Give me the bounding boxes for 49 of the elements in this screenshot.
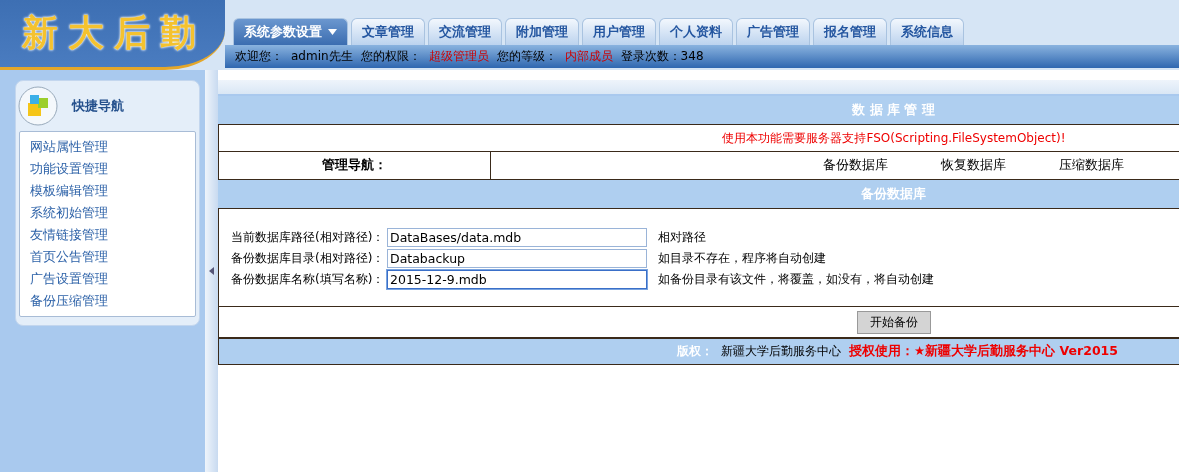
nav-link[interactable]: 备份数据库 — [823, 157, 888, 174]
notice-text: 使用本功能需要服务器支持FSO(Scripting.FileSystemObject)! — [219, 125, 1179, 152]
welcome-text: 内部成员 — [564, 48, 613, 65]
start-backup-button[interactable]: 开始备份 — [857, 310, 931, 334]
logo-text: 新大后勤 — [22, 10, 206, 55]
copyright-label: 版权： — [677, 343, 713, 360]
sidebar-item[interactable]: 功能设置管理 — [20, 158, 195, 180]
field-hint: 相对路径 — [658, 229, 706, 246]
field-hint: 如目录不存在，程序将自动创建 — [658, 250, 826, 267]
welcome-text: admin先生 — [291, 48, 353, 65]
copyright-owner: 新疆大学后勤服务中心 — [721, 343, 841, 360]
sidebar-item[interactable]: 友情链接管理 — [20, 224, 195, 246]
nav-label: 管理导航： — [219, 152, 491, 179]
welcome-text: 您的等级： — [496, 48, 557, 65]
nav-tab[interactable]: 交流管理 — [428, 18, 502, 45]
nav-tab[interactable]: 文章管理 — [351, 18, 425, 45]
welcome-text: 欢迎您： — [235, 48, 283, 65]
sidebar-item[interactable]: 备份压缩管理 — [20, 290, 195, 312]
nav-tab[interactable]: 用户管理 — [582, 18, 656, 45]
sidebar-item[interactable]: 广告设置管理 — [20, 268, 195, 290]
nav-link[interactable]: 压缩数据库 — [1059, 157, 1124, 174]
welcome-text: 超级管理员 — [428, 48, 489, 65]
field-label: 备份数据库名称(填写名称)： — [231, 271, 386, 288]
collapse-arrow-icon — [209, 267, 214, 275]
sidebar-splitter[interactable] — [205, 70, 218, 472]
panel-title: 快捷导航 — [72, 97, 124, 115]
input-field[interactable]: DataBases/data.mdb — [387, 228, 647, 247]
input-field[interactable]: 2015-12-9.mdb — [387, 270, 647, 289]
input-field[interactable]: Databackup — [387, 249, 647, 268]
page-title: 数 据 库 管 理 — [218, 96, 1179, 124]
nav-tab[interactable]: 系统参数设置 — [233, 18, 348, 45]
nav-tab[interactable]: 报名管理 — [813, 18, 887, 45]
field-hint: 如备份目录有该文件，将覆盖，如没有，将自动创建 — [658, 271, 934, 288]
sidebar-item[interactable]: 网站属性管理 — [20, 136, 195, 158]
welcome-text: 登录次数：348 — [620, 48, 704, 65]
sidebar-item[interactable]: 模板编辑管理 — [20, 180, 195, 202]
nav-tab[interactable]: 系统信息 — [890, 18, 964, 45]
field-label: 当前数据库路径(相对路径)： — [231, 229, 386, 246]
cubes-icon — [18, 86, 58, 126]
sidebar-item[interactable]: 首页公告管理 — [20, 246, 195, 268]
sidebar-item[interactable]: 系统初始管理 — [20, 202, 195, 224]
welcome-text: 您的权限： — [360, 48, 421, 65]
license-text: 授权使用：★新疆大学后勤服务中心 Ver2015 — [849, 343, 1118, 360]
field-label: 备份数据库目录(相对路径)： — [231, 250, 386, 267]
nav-tab[interactable]: 广告管理 — [736, 18, 810, 45]
nav-link[interactable]: 恢复数据库 — [941, 157, 1006, 174]
nav-tab[interactable]: 个人资料 — [659, 18, 733, 45]
nav-tab[interactable]: 附加管理 — [505, 18, 579, 45]
section-title: 备份数据库 — [218, 180, 1179, 208]
